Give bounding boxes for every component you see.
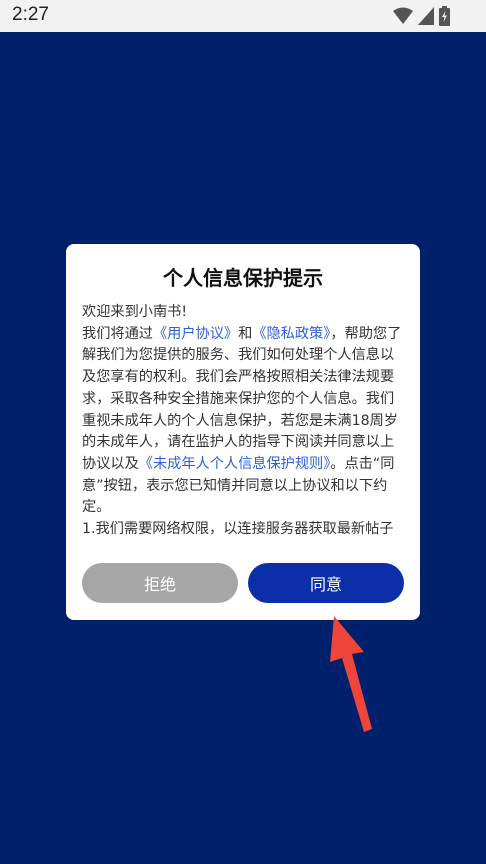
para-and: 和 — [238, 325, 253, 342]
greeting-text: 欢迎来到小南书! — [82, 304, 188, 320]
agreement-paragraph: 我们将通过《用户协议》和《隐私政策》，帮助您了解我们为您提供的服务、我们如何处理… — [82, 324, 404, 519]
annotation-arrow-icon — [330, 616, 372, 732]
minor-protection-link[interactable]: 《未成年人个人信息保护规则》 — [139, 456, 331, 472]
status-bar: 2:27 — [0, 0, 486, 32]
permission-item-1: 1.我们需要网络权限，以连接服务器获取最新帖子 — [82, 521, 394, 538]
dialog-title: 个人信息保护提示 — [163, 266, 323, 290]
reject-button[interactable]: 拒绝 — [82, 563, 238, 603]
privacy-policy-link[interactable]: 《隐私政策》 — [252, 326, 330, 342]
para-prefix: 我们将通过 — [82, 325, 153, 342]
para-middle: ，帮助您了解我们为您提供的服务、我们如何处理个人信息以及您享有的权利。我们会严格… — [82, 325, 402, 472]
status-time: 2:27 — [12, 4, 49, 25]
status-icons — [393, 6, 450, 26]
agree-button[interactable]: 同意 — [248, 563, 404, 603]
cellular-signal-icon — [418, 7, 434, 25]
privacy-dialog: 个人信息保护提示 欢迎来到小南书! 我们将通过《用户协议》和《隐私政策》，帮助您… — [66, 244, 420, 620]
user-agreement-link[interactable]: 《用户协议》 — [153, 326, 238, 342]
wifi-icon — [393, 7, 413, 24]
dialog-body[interactable]: 欢迎来到小南书! 我们将通过《用户协议》和《隐私政策》，帮助您了解我们为您提供的… — [82, 302, 404, 558]
battery-charging-icon — [439, 6, 450, 26]
